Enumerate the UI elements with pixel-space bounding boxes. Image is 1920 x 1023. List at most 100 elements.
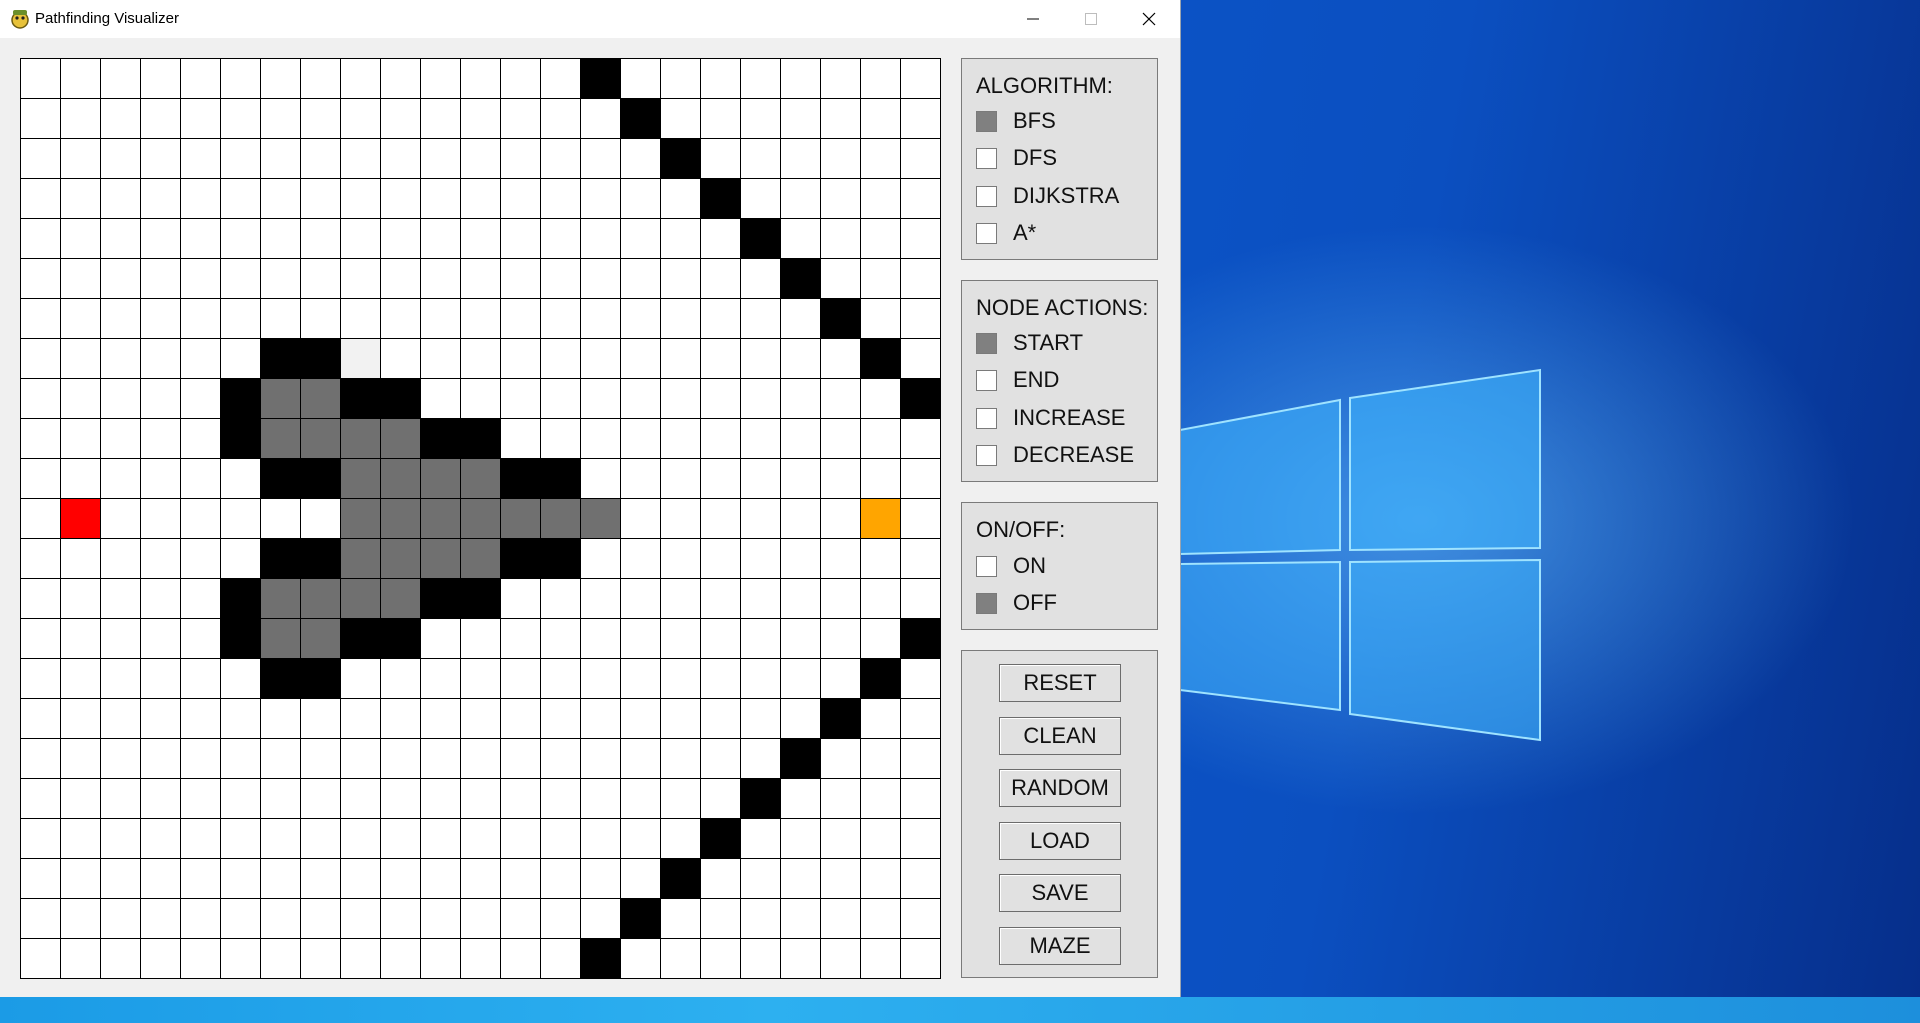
grid-cell[interactable]	[740, 818, 780, 858]
wall-cell[interactable]	[260, 658, 300, 698]
grid-cell[interactable]	[20, 218, 60, 258]
grid-cell[interactable]	[380, 338, 420, 378]
grid-cell[interactable]	[820, 178, 860, 218]
grid-cell[interactable]	[820, 898, 860, 938]
grid-cell[interactable]	[820, 258, 860, 298]
option-astar[interactable]: A*	[976, 220, 1036, 246]
grid-cell[interactable]	[100, 738, 140, 778]
grid-cell[interactable]	[700, 138, 740, 178]
grid-cell[interactable]	[140, 458, 180, 498]
grid-cell[interactable]	[860, 178, 900, 218]
grid-cell[interactable]	[460, 338, 500, 378]
grid-cell[interactable]	[180, 58, 220, 98]
grid-cell[interactable]	[140, 58, 180, 98]
grid-cell[interactable]	[660, 658, 700, 698]
wall-cell[interactable]	[740, 218, 780, 258]
grid-cell[interactable]	[740, 658, 780, 698]
grid-cell[interactable]	[900, 538, 940, 578]
grid-cell[interactable]	[780, 458, 820, 498]
grid-cell[interactable]	[740, 738, 780, 778]
grid-cell[interactable]	[620, 818, 660, 858]
grid-cell[interactable]	[860, 538, 900, 578]
grid-cell[interactable]	[260, 738, 300, 778]
grid-cell[interactable]	[540, 578, 580, 618]
grid-cell[interactable]	[580, 458, 620, 498]
grid-cell[interactable]	[140, 698, 180, 738]
visited-cell[interactable]	[340, 458, 380, 498]
grid-cell[interactable]	[420, 138, 460, 178]
grid-cell[interactable]	[900, 458, 940, 498]
grid-cell[interactable]	[60, 578, 100, 618]
grid-cell[interactable]	[500, 778, 540, 818]
wall-cell[interactable]	[300, 658, 340, 698]
grid-cell[interactable]	[900, 898, 940, 938]
grid-cell[interactable]	[140, 498, 180, 538]
grid-cell[interactable]	[300, 738, 340, 778]
wall-cell[interactable]	[420, 578, 460, 618]
grid-cell[interactable]	[900, 938, 940, 978]
grid-cell[interactable]	[540, 818, 580, 858]
grid-cell[interactable]	[540, 858, 580, 898]
grid-cell[interactable]	[820, 938, 860, 978]
grid-cell[interactable]	[180, 298, 220, 338]
grid-cell[interactable]	[540, 898, 580, 938]
wall-cell[interactable]	[540, 538, 580, 578]
grid-cell[interactable]	[620, 738, 660, 778]
grid-cell[interactable]	[860, 778, 900, 818]
grid-cell[interactable]	[740, 858, 780, 898]
grid-cell[interactable]	[140, 338, 180, 378]
grid-cell[interactable]	[780, 658, 820, 698]
grid-cell[interactable]	[300, 178, 340, 218]
visited-cell[interactable]	[300, 418, 340, 458]
grid-cell[interactable]	[180, 698, 220, 738]
grid-cell[interactable]	[660, 218, 700, 258]
grid-cell[interactable]	[340, 338, 380, 378]
grid-cell[interactable]	[260, 858, 300, 898]
grid-cell[interactable]	[420, 938, 460, 978]
grid-cell[interactable]	[380, 938, 420, 978]
grid-cell[interactable]	[780, 938, 820, 978]
grid-cell[interactable]	[820, 418, 860, 458]
checkbox-increase[interactable]	[976, 407, 997, 429]
grid-cell[interactable]	[700, 58, 740, 98]
grid-cell[interactable]	[220, 258, 260, 298]
wall-cell[interactable]	[660, 138, 700, 178]
visited-cell[interactable]	[340, 578, 380, 618]
grid-cell[interactable]	[380, 858, 420, 898]
grid-cell[interactable]	[300, 218, 340, 258]
grid-cell[interactable]	[740, 178, 780, 218]
grid-cell[interactable]	[300, 258, 340, 298]
wall-cell[interactable]	[900, 378, 940, 418]
grid-cell[interactable]	[420, 898, 460, 938]
grid-cell[interactable]	[580, 738, 620, 778]
grid-cell[interactable]	[420, 178, 460, 218]
wall-cell[interactable]	[220, 378, 260, 418]
grid-cell[interactable]	[820, 538, 860, 578]
grid-cell[interactable]	[260, 898, 300, 938]
grid-cell[interactable]	[420, 658, 460, 698]
grid-cell[interactable]	[420, 618, 460, 658]
wall-cell[interactable]	[300, 338, 340, 378]
grid-cell[interactable]	[580, 578, 620, 618]
option-dijkstra[interactable]: DIJKSTRA	[976, 183, 1119, 209]
grid-cell[interactable]	[60, 778, 100, 818]
grid-cell[interactable]	[100, 498, 140, 538]
grid-cell[interactable]	[780, 898, 820, 938]
grid-cell[interactable]	[780, 778, 820, 818]
grid-cell[interactable]	[260, 298, 300, 338]
grid-cell[interactable]	[420, 378, 460, 418]
grid-cell[interactable]	[460, 298, 500, 338]
grid-cell[interactable]	[380, 778, 420, 818]
visited-cell[interactable]	[420, 458, 460, 498]
wall-cell[interactable]	[260, 538, 300, 578]
grid-cell[interactable]	[140, 738, 180, 778]
option-on[interactable]: ON	[976, 553, 1046, 579]
grid-cell[interactable]	[180, 418, 220, 458]
grid-cell[interactable]	[380, 818, 420, 858]
grid-cell[interactable]	[460, 738, 500, 778]
grid-cell[interactable]	[220, 218, 260, 258]
wall-cell[interactable]	[260, 458, 300, 498]
grid-cell[interactable]	[900, 58, 940, 98]
grid-cell[interactable]	[460, 858, 500, 898]
visited-cell[interactable]	[300, 578, 340, 618]
